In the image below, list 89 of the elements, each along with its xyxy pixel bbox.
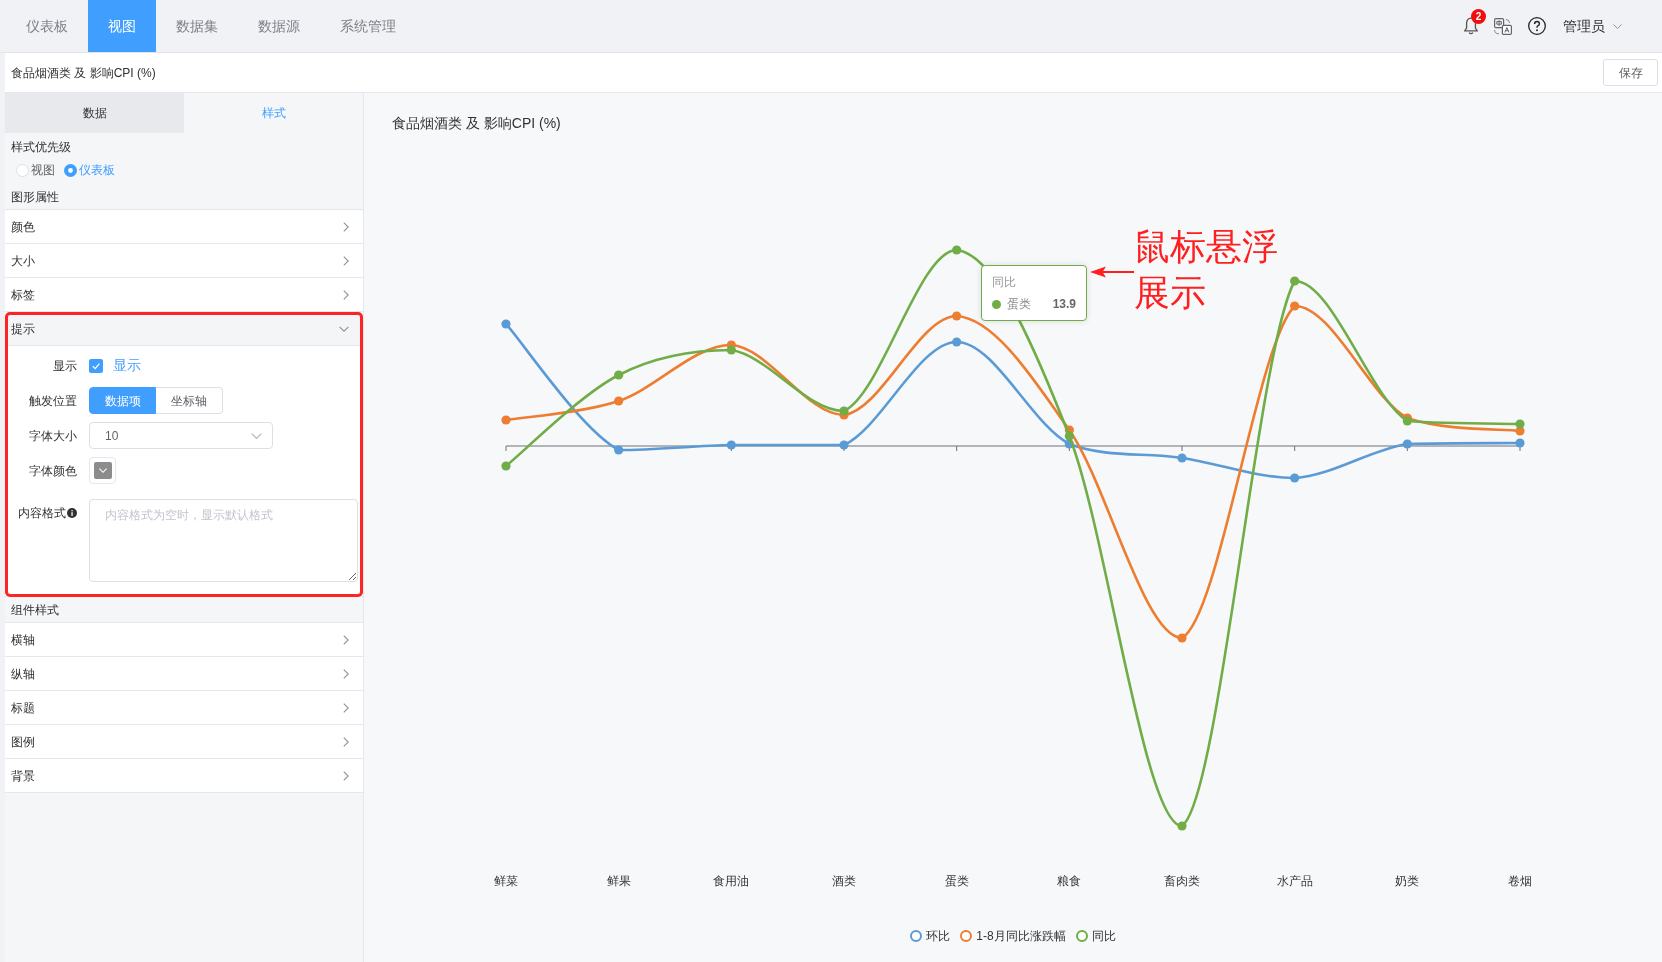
axis-label: 酒类 <box>832 874 856 888</box>
axis-label: 卷烟 <box>1508 874 1532 888</box>
collapse-header[interactable]: 标签 <box>5 278 363 312</box>
data-point <box>952 311 962 321</box>
editor-tab[interactable]: 数据 <box>5 93 184 133</box>
nav-tab[interactable]: 仪表板 <box>6 0 88 52</box>
collapse-header[interactable]: 横轴 <box>5 623 363 657</box>
data-point <box>726 345 736 355</box>
collapse-header[interactable]: 大小 <box>5 244 363 278</box>
checkbox[interactable] <box>89 358 103 373</box>
annotation-text: 鼠标悬浮 展示 <box>1134 225 1278 315</box>
tooltip-title: 同比 <box>992 274 1017 291</box>
data-point <box>1515 419 1525 429</box>
section-title: 组件样式 <box>11 603 59 617</box>
data-point <box>1064 431 1074 441</box>
radio-button[interactable] <box>64 163 77 177</box>
field-label: 字体大小 <box>29 427 77 445</box>
collapse-header[interactable]: 背景 <box>5 759 363 793</box>
collapse-header[interactable]: 纵轴 <box>5 657 363 691</box>
section-title: 图形属性 <box>11 190 59 204</box>
axis-label: 蛋类 <box>944 874 969 888</box>
axis-label: 水产品 <box>1276 874 1313 888</box>
axis-label: 鲜果 <box>606 874 631 888</box>
data-point <box>1290 276 1300 286</box>
field-label: 内容格式 <box>18 505 66 522</box>
chevron-right-icon <box>343 255 349 266</box>
data-point <box>1402 439 1412 449</box>
tooltip-category: 蛋类 <box>1007 296 1031 313</box>
collapse-header[interactable]: 标题 <box>5 691 363 725</box>
select-field[interactable]: 10 <box>89 422 273 449</box>
data-point <box>501 319 511 329</box>
chevron-right-icon <box>343 770 349 781</box>
data-point <box>1177 453 1187 463</box>
data-point <box>1177 633 1187 643</box>
field-label: 触发位置 <box>29 392 77 410</box>
axis-label: 食用油 <box>713 874 750 888</box>
notification-badge: 2 <box>1471 9 1486 24</box>
help-icon[interactable] <box>1528 17 1546 35</box>
axis-label: 粮食 <box>1057 874 1082 888</box>
nav-tab[interactable]: 数据源 <box>238 0 320 52</box>
tooltip-value: 13.9 <box>1052 296 1076 313</box>
nav-tab[interactable]: 数据集 <box>156 0 238 52</box>
chevron-right-icon <box>343 221 349 232</box>
view-title: 食品烟酒类 及 影响CPI (%) <box>11 64 156 82</box>
section-title: 样式优先级 <box>11 140 71 154</box>
data-point <box>952 245 962 255</box>
chevron-right-icon <box>343 668 349 679</box>
translate-icon[interactable] <box>1494 17 1512 35</box>
content-format-field[interactable]: 内容格式为空时，显示默认格式 <box>89 499 358 582</box>
chevron-down-icon <box>251 432 262 439</box>
user-menu[interactable]: 管理员 <box>1563 15 1622 37</box>
field-label: 字体颜色 <box>29 462 77 480</box>
collapse-header[interactable]: 颜色 <box>5 210 363 244</box>
chevron-right-icon <box>343 634 349 645</box>
data-point <box>614 396 624 406</box>
data-point <box>952 337 962 347</box>
color-picker[interactable] <box>89 457 116 484</box>
data-point <box>1290 301 1300 311</box>
chart-title: 食品烟酒类 及 影响CPI (%) <box>392 115 561 131</box>
data-point <box>1177 821 1187 831</box>
collapse-header[interactable]: 图例 <box>5 725 363 759</box>
radio-button[interactable] <box>16 163 29 177</box>
data-point <box>1515 438 1525 448</box>
chevron-right-icon <box>343 736 349 747</box>
data-point <box>726 440 736 450</box>
segment-button[interactable]: 坐标轴 <box>156 387 223 414</box>
legend-label[interactable]: 1-8月同比涨跌幅 <box>976 927 1066 945</box>
data-point <box>839 440 849 450</box>
data-point <box>614 370 624 380</box>
radio-label[interactable]: 视图 <box>31 161 55 179</box>
legend-label[interactable]: 环比 <box>926 927 951 945</box>
annotation-arrow <box>1090 266 1134 278</box>
legend-label[interactable]: 同比 <box>1091 927 1116 945</box>
chevron-down-icon <box>98 468 107 473</box>
bell-icon[interactable] <box>1464 17 1478 35</box>
nav-tab[interactable]: 系统管理 <box>320 0 416 52</box>
axis-label: 畜肉类 <box>1164 874 1200 888</box>
chevron-down-icon <box>339 325 349 332</box>
chevron-down-icon <box>1613 23 1622 29</box>
data-point <box>614 445 624 455</box>
data-point <box>501 415 511 425</box>
axis-label: 奶类 <box>1395 874 1420 888</box>
axis-label: 鲜菜 <box>494 874 518 888</box>
field-label: 显示 <box>53 357 77 375</box>
chevron-right-icon <box>343 702 349 713</box>
data-point <box>501 461 511 471</box>
data-point <box>1290 473 1300 483</box>
save-button[interactable]: 保存 <box>1603 59 1658 86</box>
chevron-right-icon <box>343 289 349 300</box>
